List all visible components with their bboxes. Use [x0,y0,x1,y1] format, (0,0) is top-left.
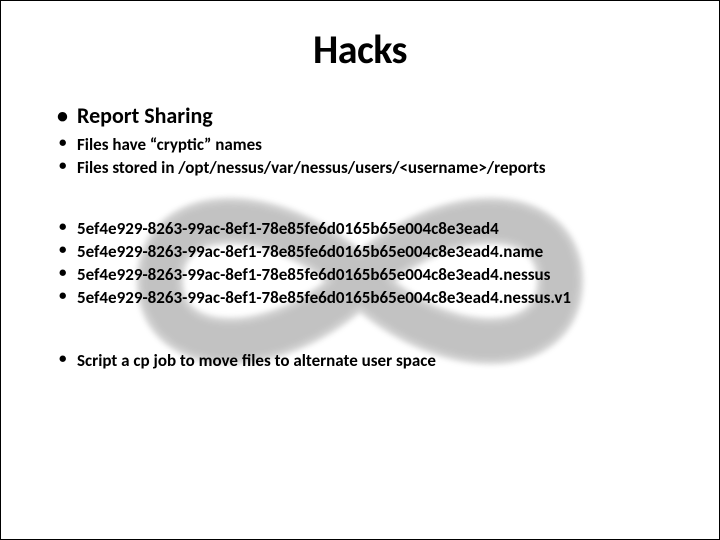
list-item: Files stored in /opt/nessus/var/nessus/u… [51,157,669,179]
list-item: 5ef4e929-8263-99ac-8ef1-78e85fe6d0165b65… [51,241,669,263]
slide-content: Hacks Report Sharing Files have “cryptic… [1,1,719,393]
bullet-section-1: Report Sharing [51,102,669,130]
sub-bullets-3: Script a cp job to move files to alterna… [51,350,669,372]
sub-bullets-1: Files have “cryptic” names Files stored … [51,134,669,179]
list-item: Files have “cryptic” names [51,134,669,156]
list-item: 5ef4e929-8263-99ac-8ef1-78e85fe6d0165b65… [51,264,669,286]
list-item: Script a cp job to move files to alterna… [51,350,669,372]
list-item: 5ef4e929-8263-99ac-8ef1-78e85fe6d0165b65… [51,287,669,309]
sub-bullets-2: 5ef4e929-8263-99ac-8ef1-78e85fe6d0165b65… [51,218,669,309]
section-heading: Report Sharing [51,102,669,130]
slide-title: Hacks [51,25,669,74]
list-item: 5ef4e929-8263-99ac-8ef1-78e85fe6d0165b65… [51,218,669,240]
